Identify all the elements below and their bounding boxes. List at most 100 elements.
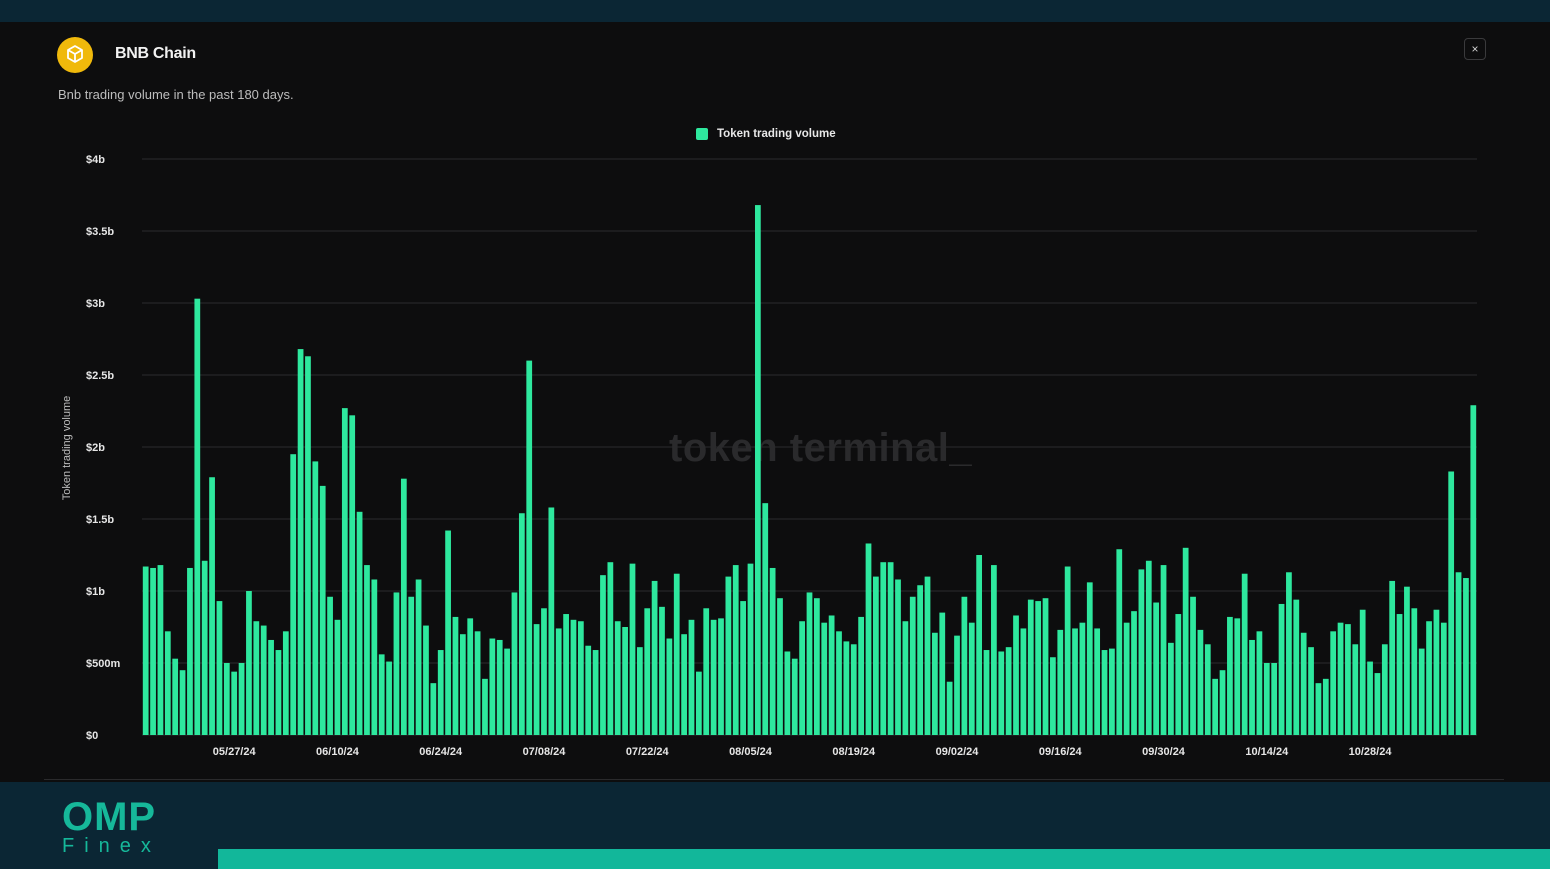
bar[interactable] (467, 618, 474, 735)
bar[interactable] (585, 645, 592, 735)
bar[interactable] (836, 631, 842, 735)
bar[interactable] (430, 683, 437, 735)
bar[interactable] (1315, 683, 1322, 735)
bar[interactable] (814, 598, 820, 735)
bar[interactable] (1404, 586, 1410, 735)
bar[interactable] (695, 671, 702, 735)
bar[interactable] (327, 596, 333, 735)
bar[interactable] (968, 622, 975, 735)
bar[interactable] (1064, 566, 1071, 735)
bar[interactable] (1050, 657, 1056, 735)
bar[interactable] (806, 592, 813, 735)
bar[interactable] (614, 621, 621, 735)
bar[interactable] (1182, 547, 1189, 735)
bar[interactable] (1227, 616, 1233, 735)
bar[interactable] (1396, 614, 1403, 735)
bar[interactable] (555, 628, 562, 735)
bar[interactable] (865, 543, 872, 735)
bar[interactable] (209, 477, 215, 735)
bar[interactable] (873, 576, 879, 735)
bar[interactable] (666, 638, 673, 735)
bar[interactable] (282, 631, 289, 735)
bar[interactable] (607, 562, 614, 735)
bar[interactable] (246, 591, 252, 735)
bar[interactable] (703, 608, 710, 735)
bar[interactable] (909, 596, 916, 735)
bar[interactable] (1359, 609, 1366, 735)
bar[interactable] (1448, 471, 1455, 735)
bar[interactable] (423, 625, 429, 735)
bar[interactable] (268, 639, 274, 735)
bar[interactable] (179, 670, 186, 735)
bar[interactable] (732, 565, 739, 735)
bar[interactable] (290, 454, 297, 735)
bar[interactable] (1123, 622, 1130, 735)
bar[interactable] (902, 621, 909, 735)
bar[interactable] (452, 616, 459, 735)
bar[interactable] (400, 478, 407, 735)
bar[interactable] (437, 650, 444, 735)
bar[interactable] (482, 678, 488, 735)
bar[interactable] (1175, 614, 1182, 735)
bar[interactable] (275, 650, 282, 735)
bar[interactable] (1020, 628, 1027, 735)
bar[interactable] (187, 567, 193, 735)
bar[interactable] (1463, 578, 1469, 735)
bar[interactable] (378, 654, 385, 735)
bar[interactable] (393, 592, 400, 735)
bar[interactable] (1374, 673, 1381, 735)
bar[interactable] (541, 608, 547, 735)
bar[interactable] (1426, 621, 1432, 735)
bar[interactable] (1470, 405, 1477, 735)
bar[interactable] (172, 658, 179, 735)
bar[interactable] (349, 415, 356, 735)
bar[interactable] (548, 507, 555, 735)
bar[interactable] (356, 511, 363, 735)
bar[interactable] (408, 596, 415, 735)
bar[interactable] (1345, 624, 1351, 735)
bar[interactable] (1101, 650, 1108, 735)
bar[interactable] (710, 619, 717, 735)
bar[interactable] (1057, 629, 1064, 735)
bar[interactable] (1249, 639, 1255, 735)
bar[interactable] (1286, 572, 1292, 735)
bar[interactable] (1330, 631, 1337, 735)
bar[interactable] (474, 631, 481, 735)
bar[interactable] (1131, 611, 1137, 735)
bar[interactable] (998, 651, 1005, 735)
bar[interactable] (415, 579, 422, 735)
bar[interactable] (142, 566, 149, 735)
bar[interactable] (932, 632, 938, 735)
bar[interactable] (526, 360, 533, 735)
bar[interactable] (201, 560, 208, 735)
bar[interactable] (644, 608, 651, 735)
bar[interactable] (1241, 573, 1248, 735)
bar[interactable] (1389, 580, 1396, 735)
bar[interactable] (939, 612, 946, 735)
bar[interactable] (1204, 644, 1211, 735)
bar[interactable] (747, 563, 754, 735)
bar[interactable] (1109, 648, 1115, 735)
bar[interactable] (924, 576, 931, 735)
bar[interactable] (253, 621, 260, 735)
bar[interactable] (1300, 632, 1307, 735)
bar[interactable] (533, 624, 540, 735)
bar[interactable] (659, 606, 665, 735)
bar[interactable] (991, 565, 997, 735)
bar[interactable] (511, 592, 518, 735)
bar[interactable] (150, 567, 156, 735)
bar[interactable] (1168, 642, 1174, 735)
bar[interactable] (1160, 565, 1167, 735)
bar[interactable] (600, 575, 606, 735)
bar[interactable] (194, 298, 201, 735)
bar[interactable] (629, 563, 636, 735)
bar[interactable] (445, 530, 451, 735)
bar[interactable] (518, 513, 525, 735)
bar[interactable] (681, 634, 687, 735)
bar[interactable] (828, 615, 835, 735)
bar[interactable] (563, 614, 569, 735)
bar[interactable] (791, 658, 798, 735)
bar[interactable] (157, 565, 164, 735)
bar[interactable] (260, 625, 267, 735)
bar[interactable] (371, 579, 378, 735)
